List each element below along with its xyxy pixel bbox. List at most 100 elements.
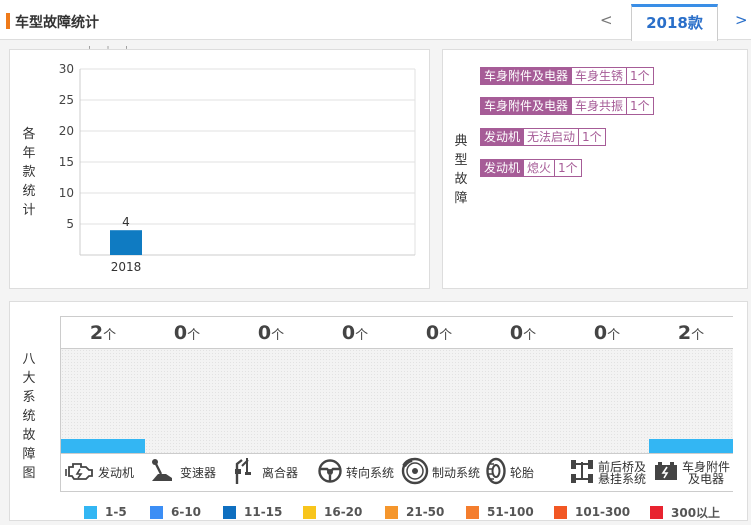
fault-item[interactable]: 发动机 熄火 1个 <box>480 159 582 177</box>
system-name-cell: 轮胎 <box>481 453 565 492</box>
eight-systems-label: 八大系统故障图 <box>21 350 37 483</box>
legend-label: 51-100 <box>487 505 534 519</box>
count-number: 0 <box>173 322 188 344</box>
system-label: 变速器 <box>180 465 217 480</box>
system-bar-area <box>649 349 733 453</box>
system-bar-area <box>229 349 313 453</box>
fault-count: 1个 <box>627 97 654 115</box>
system-name-cell: 前后桥及 悬挂系统 <box>565 453 649 492</box>
brake-disc-icon <box>401 457 429 489</box>
system-label: 轮胎 <box>510 465 535 480</box>
fault-item[interactable]: 车身附件及电器 车身生锈 1个 <box>480 67 654 85</box>
legend-swatch <box>650 505 663 519</box>
system-name-cell: 发动机 <box>61 453 145 492</box>
fault-count: 1个 <box>555 159 582 177</box>
typical-faults-label: 典型故障 <box>453 132 469 208</box>
count-number: 2 <box>89 322 104 344</box>
tab-year-2018[interactable]: 2018款 <box>631 4 718 41</box>
system-name-cell: 制动系统 <box>397 453 481 492</box>
eight-systems-panel: 八大系统故障图 2个 发动机 0个 变速器 0个 离合器 0个 转向系统 0个 制动系统 0个 轮胎 0… <box>9 301 748 521</box>
prev-year-button[interactable]: < <box>600 11 613 29</box>
system-fault-count: 0个 <box>481 316 565 349</box>
legend-label: 1-5 <box>105 505 127 519</box>
system-column[interactable]: 2个发动机 <box>61 316 145 492</box>
legend-item: 21-50 <box>385 505 444 519</box>
fault-item[interactable]: 发动机 无法启动 1个 <box>480 128 606 146</box>
system-fault-count: 0个 <box>565 316 649 349</box>
battery-icon <box>653 460 679 486</box>
system-label: 转向系统 <box>346 465 395 480</box>
system-name-cell: 变速器 <box>145 453 229 492</box>
system-label: 离合器 <box>262 465 299 480</box>
count-unit: 个 <box>355 328 369 343</box>
count-number: 0 <box>593 322 608 344</box>
system-fault-count: 2个 <box>649 316 733 349</box>
y-tick-label: 5 <box>66 217 74 231</box>
fault-system: 发动机 <box>480 159 525 177</box>
typical-faults-panel: 典型故障 车身附件及电器 车身生锈 1个 车身附件及电器 车身共振 1个 发动机 无法启动 1个… <box>442 49 748 289</box>
title-accent <box>6 13 10 29</box>
gearshift-icon <box>149 458 177 488</box>
system-column[interactable]: 2个车身附件 及电器 <box>649 316 733 492</box>
bar-2018 <box>110 230 142 255</box>
severity-legend: 1-5 6-10 11-15 16-20 21-50 51-100 101-300 300以上 <box>0 505 751 520</box>
count-number: 2 <box>677 322 692 344</box>
system-column[interactable]: 0个 制动系统 <box>397 316 481 492</box>
y-tick-label: 30 <box>59 62 74 76</box>
header-bar: 车型故障统计 < 2018款 > <box>0 0 751 41</box>
system-bar-fill <box>649 439 733 453</box>
system-label: 前后桥及 悬挂系统 <box>598 459 647 486</box>
fault-count: 1个 <box>579 128 606 146</box>
system-label: 发动机 <box>98 465 135 480</box>
legend-label: 6-10 <box>171 505 202 519</box>
legend-label: 300以上 <box>671 505 721 520</box>
system-bar-area <box>61 349 145 453</box>
vertical-label-char: 障 <box>22 447 36 462</box>
yearly-bar-chart: 5 10 15 20 25 30 4 2018 <box>59 62 416 274</box>
vertical-label-char: 系 <box>22 390 36 405</box>
legend-label: 21-50 <box>406 505 445 519</box>
count-unit: 个 <box>691 328 705 343</box>
legend-item: 51-100 <box>466 505 534 519</box>
vertical-label-char: 障 <box>454 191 468 206</box>
fault-item[interactable]: 车身附件及电器 车身共振 1个 <box>480 97 654 115</box>
fault-name: 车身共振 <box>572 97 628 115</box>
legend-item: 16-20 <box>303 505 362 519</box>
system-name-cell: 转向系统 <box>313 453 397 492</box>
legend-item: 6-10 <box>150 505 201 519</box>
axle-suspension-icon <box>569 458 595 488</box>
system-column[interactable]: 0个前后桥及 悬挂系统 <box>565 316 649 492</box>
next-year-button[interactable]: > <box>735 11 748 29</box>
system-bar-area <box>313 349 397 453</box>
legend-label: 16-20 <box>324 505 363 519</box>
count-number: 0 <box>341 322 356 344</box>
steering-wheel-icon <box>317 458 343 488</box>
clutch-pedal-icon <box>233 456 259 490</box>
system-column[interactable]: 0个 离合器 <box>229 316 313 492</box>
fault-system: 车身附件及电器 <box>480 67 573 85</box>
count-number: 0 <box>257 322 272 344</box>
legend-swatch <box>554 505 567 519</box>
yearly-stats-panel: 各年款统计 ' ' ' 5 10 15 20 25 30 4 2018 <box>9 44 430 289</box>
fault-name: 熄火 <box>524 159 556 177</box>
system-column[interactable]: 0个转向系统 <box>313 316 397 492</box>
legend-label: 101-300 <box>575 505 631 519</box>
system-column[interactable]: 0个轮胎 <box>481 316 565 492</box>
system-label: 车身附件 及电器 <box>682 459 731 486</box>
vertical-label-char: 图 <box>22 466 36 481</box>
systems-grid: 2个 发动机 0个 变速器 0个 离合器 0个 转向系统 0个 制动系统 0个 轮胎 0个 前后桥及 悬挂系… <box>60 316 733 492</box>
legend-swatch <box>223 505 236 519</box>
count-unit: 个 <box>187 328 201 343</box>
legend-swatch <box>466 505 479 519</box>
system-bar-area <box>145 349 229 453</box>
count-unit: 个 <box>439 328 453 343</box>
system-bar-area <box>397 349 481 453</box>
system-fault-count: 2个 <box>61 316 145 349</box>
fault-system: 车身附件及电器 <box>480 97 573 115</box>
system-name-cell: 车身附件 及电器 <box>649 453 733 492</box>
system-fault-count: 0个 <box>313 316 397 349</box>
legend-item: 300以上 <box>650 505 721 520</box>
legend-item: 1-5 <box>84 505 127 519</box>
fault-name: 无法启动 <box>524 128 580 146</box>
system-column[interactable]: 0个变速器 <box>145 316 229 492</box>
